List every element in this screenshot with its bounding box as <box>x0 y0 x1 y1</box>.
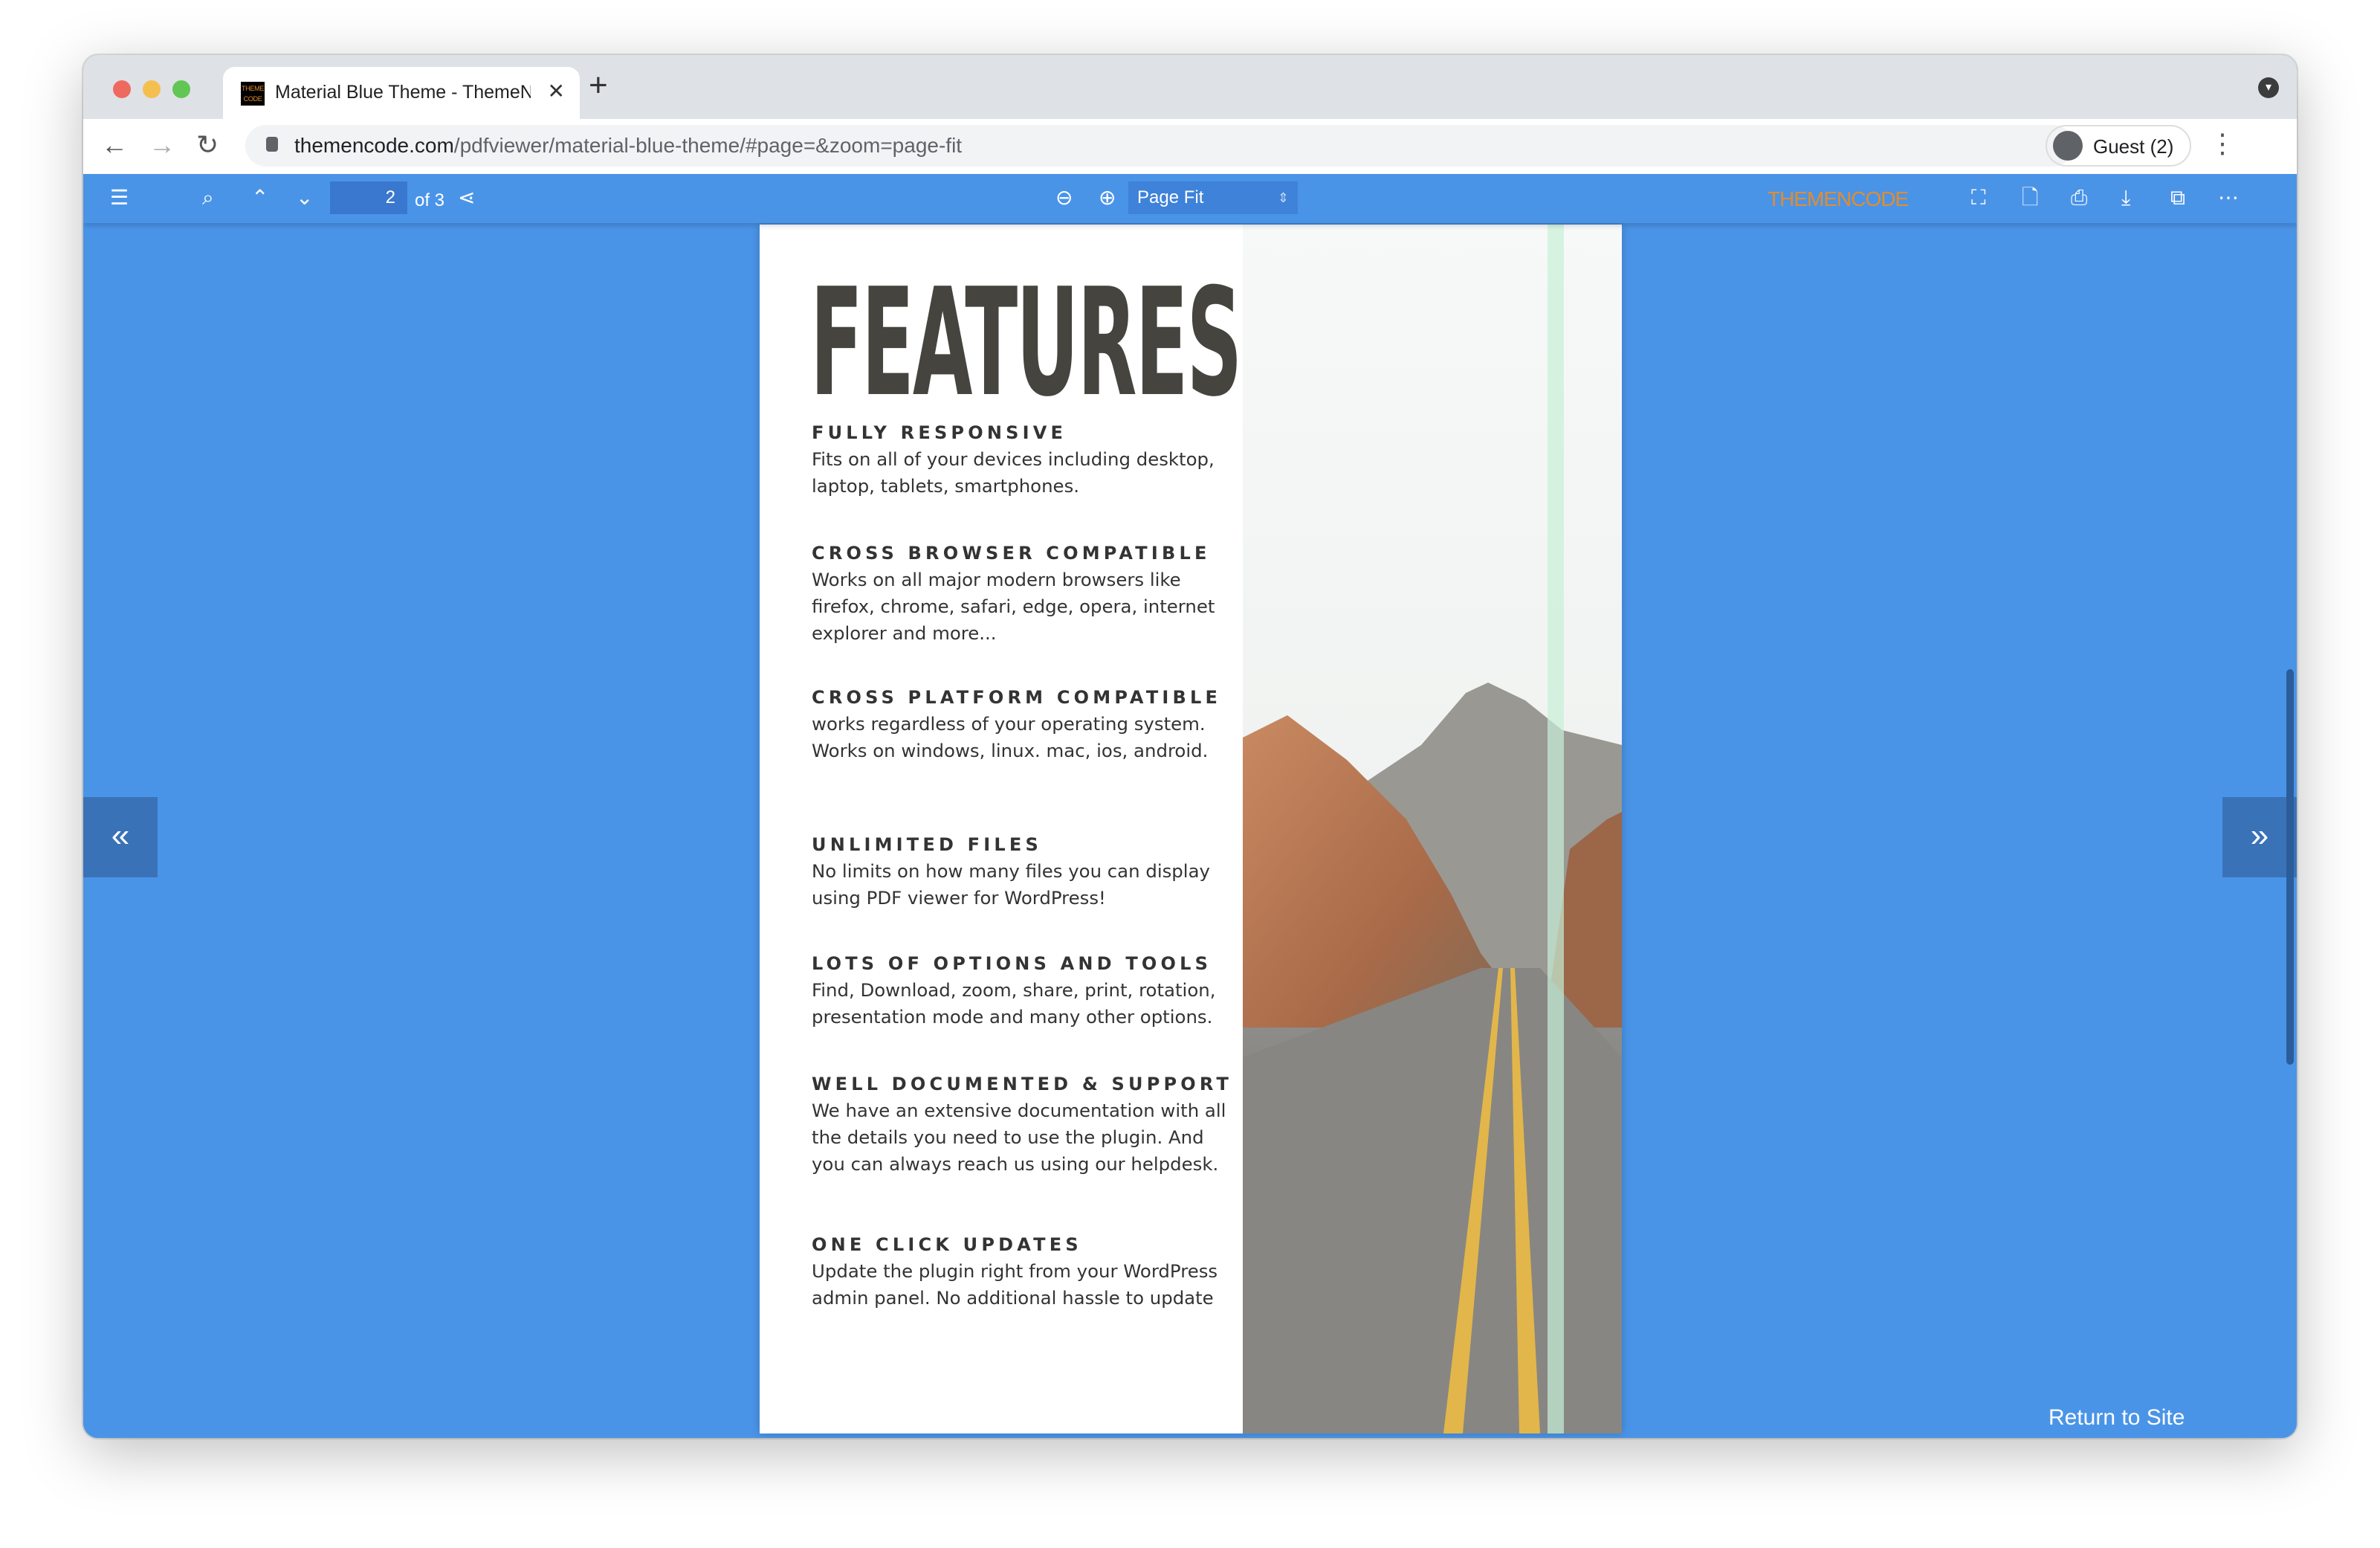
feature-heading: FULLY RESPONSIVE <box>812 422 1067 443</box>
feature-heading: WELL DOCUMENTED & SUPPORT <box>812 1074 1233 1094</box>
fullscreen-icon[interactable]: ⛶ <box>1971 184 1986 211</box>
browser-window: THEME CODE Material Blue Theme - ThemeNc… <box>83 55 2297 1438</box>
tab-active[interactable]: THEME CODE Material Blue Theme - ThemeNc… <box>223 67 580 119</box>
feature-heading: ONE CLICK UPDATES <box>812 1234 1082 1255</box>
next-page-icon[interactable]: ⌄ <box>296 184 313 211</box>
pdf-toolbar: ☰ ⌕ ⌃ ⌄ 2 of 3 ⋖ ⊖ ⊕ Page Fit ⇕ THEMENCOD… <box>83 174 2297 223</box>
reload-icon[interactable]: ↻ <box>196 129 219 161</box>
viewer-container: FEATURES FULLY RESPONSIVE Fits on all of … <box>83 223 2297 1438</box>
minimize-window-button[interactable] <box>143 80 161 98</box>
tab-strip: THEME CODE Material Blue Theme - ThemeNc… <box>83 55 2297 119</box>
favicon-icon: THEME CODE <box>241 82 265 106</box>
page-count: of 3 <box>415 190 445 210</box>
open-file-icon[interactable]: 🗋 <box>2022 184 2039 211</box>
feature-section: WELL DOCUMENTED & SUPPORT We have an exte… <box>812 1074 1243 1178</box>
feature-section: CROSS PLATFORM COMPATIBLE works regardles… <box>812 687 1243 764</box>
more-options-icon[interactable]: ⋯ <box>2218 184 2239 211</box>
return-to-site-link[interactable]: Return to Site <box>2048 1405 2185 1431</box>
url-text: themencode.com/pdfviewer/material-blue-t… <box>294 134 963 157</box>
zoom-out-icon[interactable]: ⊖ <box>1055 184 1073 211</box>
feature-body: Update the plugin right from your WordPr… <box>812 1260 1218 1309</box>
road-mountain-photo <box>1243 225 1622 1433</box>
browser-menu-icon[interactable]: ⋮ <box>2209 128 2236 159</box>
double-chevron-left-icon: « <box>111 817 130 854</box>
search-icon[interactable]: ⌕ <box>202 184 214 211</box>
feature-heading: LOTS OF OPTIONS AND TOOLS <box>812 953 1212 974</box>
feature-body: No limits on how many files you can disp… <box>812 860 1210 909</box>
feature-section: FULLY RESPONSIVE Fits on all of your devi… <box>812 422 1243 500</box>
pdf-page: FEATURES FULLY RESPONSIVE Fits on all of … <box>760 225 1622 1433</box>
page-title: FEATURES <box>810 257 1242 430</box>
page-number-input[interactable]: 2 <box>330 181 407 214</box>
tab-title: Material Blue Theme - ThemeNcode <box>275 82 531 103</box>
tab-close-icon[interactable]: ✕ <box>548 79 565 103</box>
zoom-select[interactable]: Page Fit ⇕ <box>1128 181 1298 214</box>
back-icon[interactable]: ← <box>101 129 128 161</box>
print-icon[interactable]: ⎙ <box>2071 184 2087 211</box>
address-row: ← → ↻ themencode.com/pdfviewer/material-… <box>83 119 2297 175</box>
previous-page-button[interactable]: « <box>83 797 158 877</box>
new-tab-button[interactable]: + <box>589 67 608 104</box>
share-icon[interactable]: ⋖ <box>458 184 475 211</box>
sidebar-toggle-icon[interactable]: ☰ <box>110 184 129 211</box>
maximize-window-button[interactable] <box>172 80 190 98</box>
download-icon[interactable]: ⤓ <box>2121 184 2130 211</box>
feature-body: Fits on all of your devices including de… <box>812 448 1215 497</box>
lock-icon <box>266 137 278 152</box>
avatar-icon <box>2053 131 2083 161</box>
previous-page-icon[interactable]: ⌃ <box>251 184 268 211</box>
feature-body: Find, Download, zoom, share, print, rota… <box>812 979 1216 1028</box>
themencode-logo: THEMENCODE <box>1768 187 1909 210</box>
feature-body: works regardless of your operating syste… <box>812 713 1209 761</box>
feature-section: UNLIMITED FILES No limits on how many fil… <box>812 834 1243 912</box>
feature-heading: UNLIMITED FILES <box>812 834 1042 855</box>
feature-heading: CROSS PLATFORM COMPATIBLE <box>812 687 1222 708</box>
next-page-button[interactable]: » <box>2222 797 2297 877</box>
address-bar[interactable]: themencode.com/pdfviewer/material-blue-t… <box>245 125 2074 167</box>
zoom-in-icon[interactable]: ⊕ <box>1099 184 1116 211</box>
forward-icon[interactable]: → <box>149 129 175 161</box>
scrollbar-thumb[interactable] <box>2286 669 2294 1065</box>
feature-section: CROSS BROWSER COMPATIBLE Works on all maj… <box>812 543 1243 647</box>
profile-label: Guest (2) <box>2093 135 2174 158</box>
feature-heading: CROSS BROWSER COMPATIBLE <box>812 543 1211 564</box>
close-window-button[interactable] <box>113 80 131 98</box>
feature-section: ONE CLICK UPDATES Update the plugin right… <box>812 1234 1243 1312</box>
feature-body: We have an extensive documentation with … <box>812 1100 1226 1175</box>
open-external-icon[interactable]: ⧉ <box>2170 184 2185 211</box>
tab-search-icon[interactable]: ▾ <box>2258 77 2279 98</box>
feature-body: Works on all major modern browsers like … <box>812 569 1215 644</box>
profile-button[interactable]: Guest (2) <box>2046 125 2191 167</box>
double-chevron-right-icon: » <box>2250 817 2269 854</box>
feature-section: LOTS OF OPTIONS AND TOOLS Find, Download,… <box>812 953 1243 1031</box>
